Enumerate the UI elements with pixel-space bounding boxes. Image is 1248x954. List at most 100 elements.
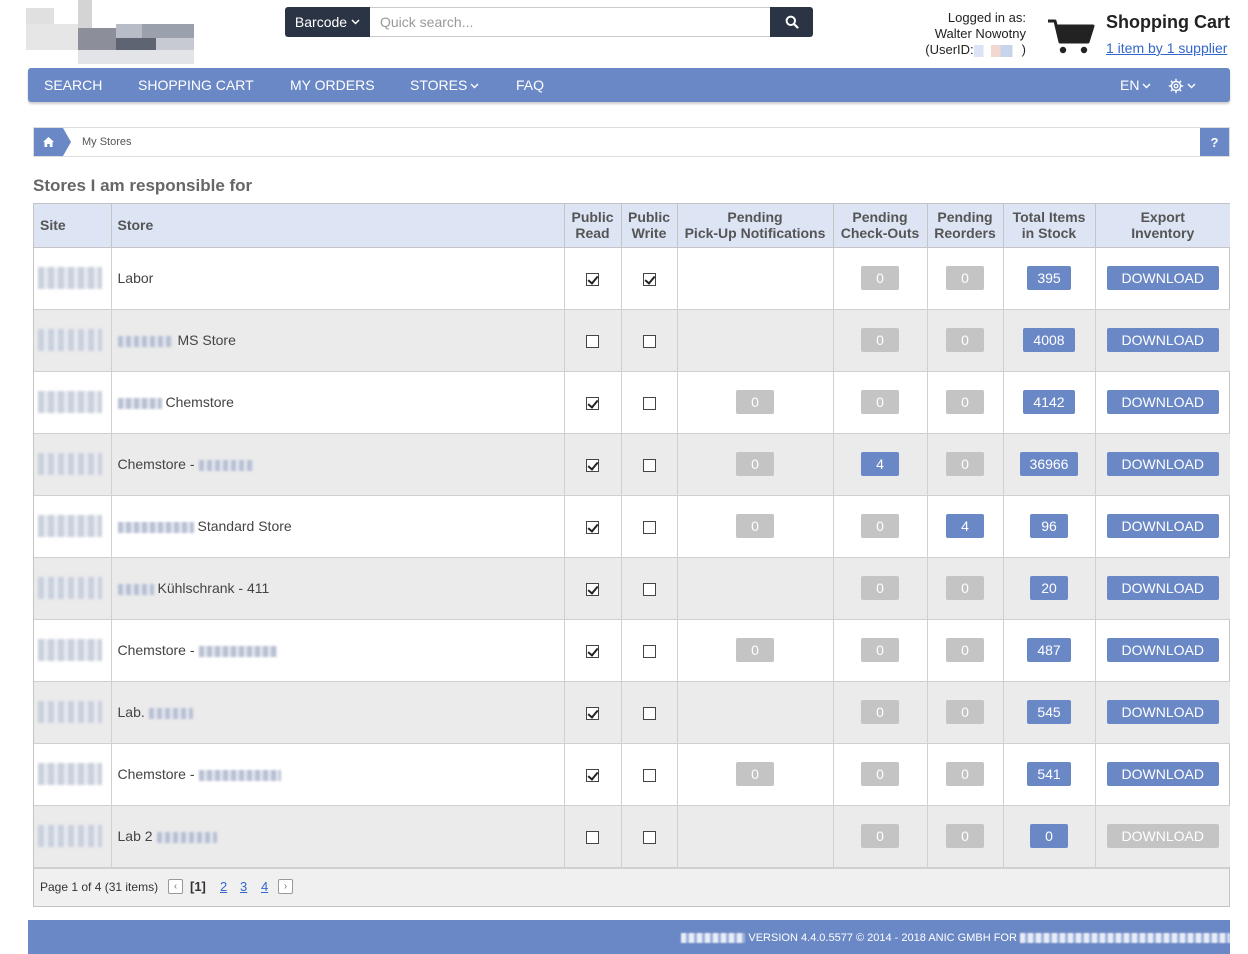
reorders-count-badge[interactable]: 0 — [946, 638, 984, 662]
public-read-checkbox[interactable] — [586, 396, 599, 410]
download-button[interactable]: DOWNLOAD — [1106, 824, 1219, 848]
col-header-store[interactable]: Store — [111, 204, 565, 248]
checkouts-count-badge[interactable]: 0 — [861, 638, 899, 662]
checkouts-count-badge[interactable]: 0 — [861, 328, 899, 352]
table-row[interactable]: Chemstore - 0 0 0 541 DOWNLOAD — [34, 743, 1230, 806]
public-write-checkbox[interactable] — [642, 272, 656, 286]
col-header-public-write[interactable]: Public Write — [621, 204, 678, 248]
pager-next-button[interactable]: › — [278, 878, 293, 894]
table-row[interactable]: Labor 0 0 395 DOWNLOAD — [34, 247, 1230, 310]
cart-summary-link[interactable]: 1 item by 1 supplier — [1106, 40, 1227, 56]
col-header-total[interactable]: Total Items in Stock — [1003, 204, 1096, 248]
reorders-count-badge[interactable]: 0 — [946, 762, 984, 786]
public-write-checkbox[interactable] — [642, 582, 656, 596]
public-write-checkbox[interactable] — [642, 334, 656, 348]
settings-dropdown[interactable] — [1168, 68, 1196, 102]
nav-stores[interactable]: STORES — [410, 68, 479, 102]
col-header-export[interactable]: Export Inventory — [1095, 204, 1230, 248]
store-cell[interactable]: Lab. — [111, 681, 565, 744]
table-row[interactable]: Chemstore 0 0 0 4142 DOWNLOAD — [34, 371, 1230, 434]
checkouts-count-badge[interactable]: 0 — [861, 700, 899, 724]
breadcrumb-home[interactable] — [34, 128, 63, 156]
col-header-public-read[interactable]: Public Read — [564, 204, 622, 248]
col-header-pickup[interactable]: Pending Pick-Up Notifications — [677, 204, 834, 248]
total-items-badge[interactable]: 20 — [1030, 576, 1068, 600]
pickup-count-badge[interactable]: 0 — [736, 762, 774, 786]
nav-faq[interactable]: FAQ — [516, 68, 544, 102]
reorders-count-badge[interactable]: 0 — [946, 576, 984, 600]
download-button[interactable]: DOWNLOAD — [1106, 266, 1219, 290]
public-read-checkbox[interactable] — [586, 272, 599, 286]
total-items-badge[interactable]: 4142 — [1023, 390, 1075, 414]
public-read-checkbox[interactable] — [586, 706, 599, 720]
table-row[interactable]: Lab 2 0 0 0 DOWNLOAD — [34, 805, 1230, 868]
total-items-badge[interactable]: 487 — [1027, 638, 1071, 662]
total-items-badge[interactable]: 395 — [1027, 266, 1071, 290]
store-cell[interactable]: Chemstore - — [111, 433, 565, 496]
table-row[interactable]: MS Store 0 0 4008 DOWNLOAD — [34, 309, 1230, 372]
pickup-count-badge[interactable]: 0 — [736, 514, 774, 538]
language-dropdown[interactable]: EN — [1120, 68, 1151, 102]
download-button[interactable]: DOWNLOAD — [1106, 390, 1219, 414]
pickup-count-badge[interactable]: 0 — [736, 452, 774, 476]
store-cell[interactable]: Lab 2 — [111, 805, 565, 868]
public-read-checkbox[interactable] — [586, 830, 599, 844]
checkouts-count-badge[interactable]: 0 — [861, 514, 899, 538]
search-button[interactable] — [770, 7, 813, 37]
public-write-checkbox[interactable] — [642, 520, 656, 534]
public-read-checkbox[interactable] — [586, 334, 599, 348]
total-items-badge[interactable]: 4008 — [1023, 328, 1075, 352]
download-button[interactable]: DOWNLOAD — [1106, 576, 1219, 600]
store-cell[interactable]: Chemstore - — [111, 743, 565, 806]
download-button[interactable]: DOWNLOAD — [1106, 762, 1219, 786]
reorders-count-badge[interactable]: 0 — [946, 824, 984, 848]
total-items-badge[interactable]: 541 — [1027, 762, 1071, 786]
download-button[interactable]: DOWNLOAD — [1106, 452, 1219, 476]
public-read-checkbox[interactable] — [586, 458, 599, 472]
store-cell[interactable]: Labor — [111, 247, 565, 310]
shopping-cart-icon[interactable] — [1046, 18, 1096, 59]
checkouts-count-badge[interactable]: 4 — [861, 452, 899, 476]
public-write-checkbox[interactable] — [642, 768, 656, 782]
col-header-site[interactable]: Site — [34, 204, 112, 248]
total-items-badge[interactable]: 545 — [1027, 700, 1071, 724]
quick-search-input[interactable] — [370, 7, 770, 37]
table-row[interactable]: Chemstore - 0 0 0 487 DOWNLOAD — [34, 619, 1230, 682]
checkouts-count-badge[interactable]: 0 — [861, 266, 899, 290]
pager-page-4[interactable]: 4 — [261, 879, 268, 894]
col-header-reorders[interactable]: Pending Reorders — [927, 204, 1004, 248]
public-read-checkbox[interactable] — [586, 520, 599, 534]
barcode-dropdown-button[interactable]: Barcode — [285, 7, 370, 37]
public-read-checkbox[interactable] — [586, 768, 599, 782]
pager-prev-button[interactable]: ‹ — [168, 878, 183, 894]
download-button[interactable]: DOWNLOAD — [1106, 700, 1219, 724]
public-write-checkbox[interactable] — [642, 644, 656, 658]
public-write-checkbox[interactable] — [642, 458, 656, 472]
reorders-count-badge[interactable]: 0 — [946, 390, 984, 414]
store-cell[interactable]: Standard Store — [111, 495, 565, 558]
total-items-badge[interactable]: 36966 — [1019, 452, 1079, 476]
table-row[interactable]: Kühlschrank - 411 0 0 20 DOWNLOAD — [34, 557, 1230, 620]
store-cell[interactable]: MS Store — [111, 309, 565, 372]
table-row[interactable]: Chemstore - 0 4 0 36966 DOWNLOAD — [34, 433, 1230, 496]
public-write-checkbox[interactable] — [642, 830, 656, 844]
download-button[interactable]: DOWNLOAD — [1106, 514, 1219, 538]
download-button[interactable]: DOWNLOAD — [1106, 638, 1219, 662]
checkouts-count-badge[interactable]: 0 — [861, 390, 899, 414]
checkouts-count-badge[interactable]: 0 — [861, 762, 899, 786]
public-write-checkbox[interactable] — [642, 706, 656, 720]
nav-search[interactable]: SEARCH — [44, 68, 102, 102]
reorders-count-badge[interactable]: 0 — [946, 328, 984, 352]
table-row[interactable]: Lab. 0 0 545 DOWNLOAD — [34, 681, 1230, 744]
reorders-count-badge[interactable]: 0 — [946, 700, 984, 724]
reorders-count-badge[interactable]: 0 — [946, 452, 984, 476]
pickup-count-badge[interactable]: 0 — [736, 638, 774, 662]
store-cell[interactable]: Kühlschrank - 411 — [111, 557, 565, 620]
col-header-checkouts[interactable]: Pending Check-Outs — [833, 204, 928, 248]
table-row[interactable]: Standard Store 0 0 4 96 DOWNLOAD — [34, 495, 1230, 558]
total-items-badge[interactable]: 0 — [1030, 824, 1068, 848]
store-cell[interactable]: Chemstore - — [111, 619, 565, 682]
checkouts-count-badge[interactable]: 0 — [861, 576, 899, 600]
nav-shopping-cart[interactable]: SHOPPING CART — [138, 68, 254, 102]
help-button[interactable]: ? — [1200, 128, 1229, 156]
